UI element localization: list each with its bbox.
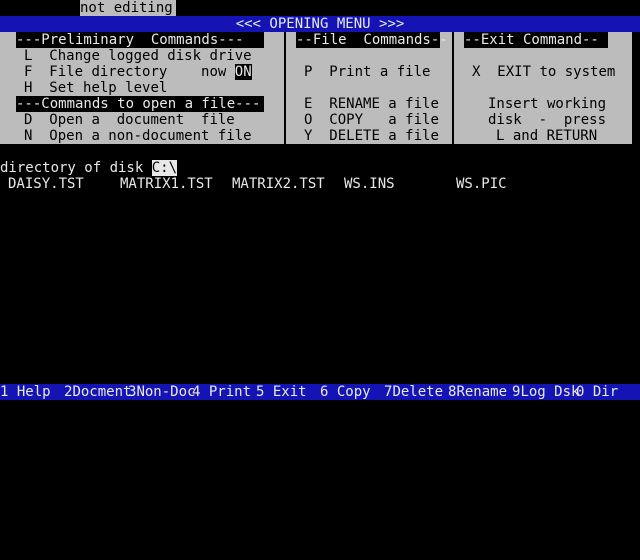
fkey-label: Copy (336, 384, 371, 400)
file-directory-state-prefix: now (201, 64, 227, 80)
menu-key: Y (304, 128, 313, 144)
file-entry[interactable]: MATRIX2.TST (232, 176, 325, 192)
fkey-label: Help (16, 384, 51, 400)
drive-cursor: C:\ (151, 160, 178, 176)
menu-key: F (24, 64, 33, 80)
fkey-label: Print (208, 384, 252, 400)
menu-title-bar: <<< OPENING MENU >>> (0, 16, 640, 32)
fkey-number: 6 (320, 384, 329, 400)
fkey-number: 5 (256, 384, 265, 400)
exit-note-line: Insert working (488, 96, 607, 112)
menu-key: N (24, 128, 33, 144)
menu-item-delete[interactable]: Y DELETE a file (304, 128, 439, 144)
fkey-label: Dir (592, 384, 619, 400)
menu-item-label: Open a non-document file (49, 128, 252, 144)
menu-item-open-document[interactable]: D Open a document file (24, 112, 235, 128)
fkey-exit[interactable]: 5 Exit (256, 384, 307, 400)
editing-status-text: not editing (80, 0, 173, 16)
menu-item-help-level[interactable]: H Set help level (24, 80, 167, 96)
menu-key: L (24, 48, 33, 64)
menu-key: D (24, 112, 33, 128)
fkey-number: 4 (192, 384, 201, 400)
menu-item-print[interactable]: P Print a file (304, 64, 430, 80)
fkey-number: 1 (0, 384, 9, 400)
menu-key: O (304, 112, 313, 128)
function-key-bar: 1 Help 2Docment 3Non-Doc 4 Print 5 Exit … (0, 384, 640, 400)
fkey-label: Delete (392, 384, 444, 400)
fkey-number: 0 (576, 384, 585, 400)
fkey-delete[interactable]: 7Delete (384, 384, 443, 400)
fkey-label: Rename (456, 384, 508, 400)
menu-item-label: File directory (49, 64, 168, 80)
fkey-label: Exit (272, 384, 307, 400)
exit-header: --Exit Command-- (464, 32, 608, 48)
menu-key: P (304, 64, 313, 80)
exit-note-line: disk - press (488, 112, 607, 128)
menu-item-label: Open a document file (49, 112, 235, 128)
fkey-print[interactable]: 4 Print (192, 384, 251, 400)
menu-key: E (304, 96, 313, 112)
fkey-document[interactable]: 2Docment (64, 384, 131, 400)
fkey-nondoc[interactable]: 3Non-Doc (128, 384, 195, 400)
menu-title: <<< OPENING MENU >>> (235, 16, 405, 32)
column-divider (452, 32, 454, 144)
menu-item-file-directory[interactable]: F File directory now ON (24, 64, 252, 80)
menu-key: H (24, 80, 33, 96)
menu-item-label: COPY a file (329, 112, 439, 128)
menu-item-rename[interactable]: E RENAME a file (304, 96, 439, 112)
fkey-help[interactable]: 1 Help (0, 384, 51, 400)
menu-item-label: RENAME a file (329, 96, 439, 112)
file-entry[interactable]: MATRIX1.TST (120, 176, 213, 192)
directory-label: directory of disk (0, 160, 144, 176)
menu-item-open-nondocument[interactable]: N Open a non-document file (24, 128, 252, 144)
menu-item-label: Change logged disk drive (49, 48, 252, 64)
opening-menu-panel: ---Preliminary Commands--- L Change logg… (0, 32, 632, 144)
fkey-label: Non-Doc (136, 384, 196, 400)
file-entry[interactable]: DAISY.TST (8, 176, 84, 192)
menu-item-label: EXIT to system (497, 64, 616, 80)
preliminary-header: ---Preliminary Commands--- (16, 32, 264, 48)
file-entry[interactable]: WS.PIC (456, 176, 507, 192)
fkey-label: Docment (72, 384, 132, 400)
menu-item-exit[interactable]: X EXIT to system (472, 64, 615, 80)
fkey-copy[interactable]: 6 Copy (320, 384, 371, 400)
menu-key: X (472, 64, 481, 80)
file-commands-header: --File Commands-- (296, 32, 448, 48)
menu-item-change-drive[interactable]: L Change logged disk drive (24, 48, 252, 64)
file-directory-state: ON (234, 64, 252, 80)
open-file-header: ---Commands to open a file--- (16, 96, 264, 112)
file-entry[interactable]: WS.INS (344, 176, 395, 192)
fkey-log-disk[interactable]: 9Log Dsk (512, 384, 579, 400)
fkey-label: Log Dsk (520, 384, 580, 400)
exit-note-line: L and RETURN (496, 128, 598, 144)
menu-item-label: DELETE a file (329, 128, 439, 144)
menu-item-label: Set help level (49, 80, 168, 96)
fkey-dir[interactable]: 0 Dir (576, 384, 618, 400)
column-divider (284, 32, 286, 144)
fkey-rename[interactable]: 8Rename (448, 384, 507, 400)
directory-heading: directory of disk C:\ (0, 160, 178, 176)
menu-item-copy[interactable]: O COPY a file (304, 112, 439, 128)
menu-item-label: Print a file (329, 64, 431, 80)
editing-status: not editing (80, 0, 176, 16)
